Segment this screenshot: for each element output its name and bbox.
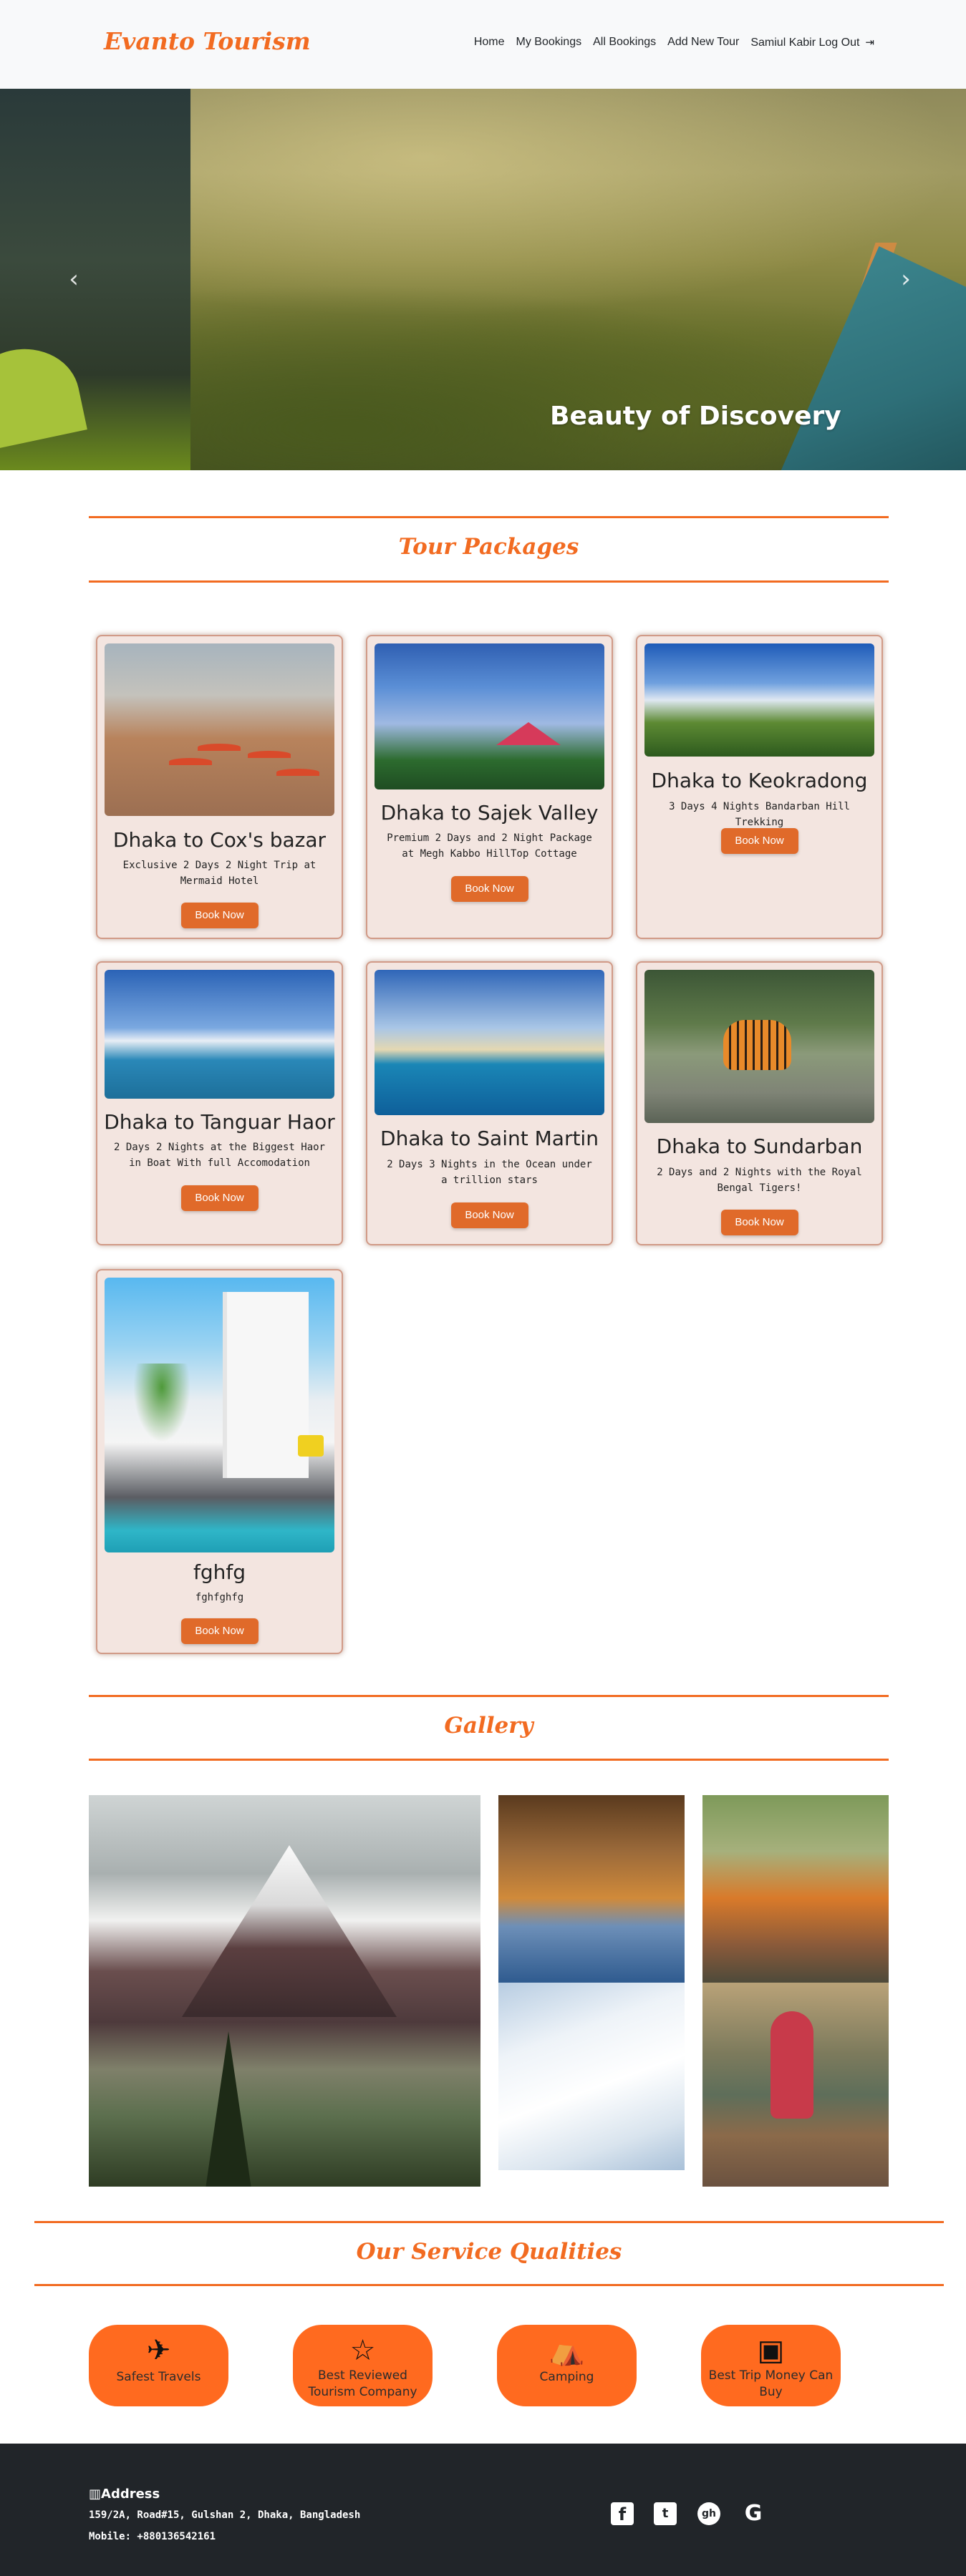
service-label: Camping	[539, 2370, 594, 2384]
tour-packages-heading: Tour Packages	[398, 534, 579, 560]
hero-carousel: Beauty of Discovery ‹ ›	[0, 89, 966, 470]
mobile-number: Mobile: +880136542161	[89, 2531, 216, 2542]
gallery-image-mountain	[89, 1795, 480, 2187]
nav-logout-label: Samiul Kabir Log Out	[750, 37, 860, 49]
building-icon: ▥	[89, 2487, 102, 2502]
book-now-button[interactable]: Book Now	[720, 828, 798, 854]
github-icon[interactable]: gh	[697, 2502, 720, 2525]
book-now-button[interactable]: Book Now	[180, 903, 259, 928]
service-item-best-trip: ▣ Best Trip Money Can Buy	[701, 2325, 841, 2406]
address-line: 159/2A, Road#15, Gulshan 2, Dhaka, Bangl…	[89, 2509, 361, 2521]
package-card: Dhaka to Saint Martin 2 Days 3 Nights in…	[366, 961, 613, 1245]
package-card: Dhaka to Sajek Valley Premium 2 Days and…	[366, 635, 613, 939]
package-card: Dhaka to Tanguar Haor 2 Days 2 Nights at…	[96, 961, 343, 1245]
book-now-button[interactable]: Book Now	[180, 1185, 259, 1211]
package-title: Dhaka to Keokradong	[651, 769, 868, 792]
book-now-button[interactable]: Book Now	[720, 1210, 798, 1235]
nav-add-new-tour-link[interactable]: Add New Tour	[662, 36, 745, 49]
package-image	[375, 643, 604, 789]
package-card: Dhaka to Keokradong 3 Days 4 Nights Band…	[636, 635, 883, 939]
book-now-button[interactable]: Book Now	[450, 876, 528, 902]
gallery-image-snow	[498, 1983, 685, 2170]
nav-logout-link[interactable]: Samiul Kabir Log Out ⇥	[745, 36, 880, 49]
package-image	[105, 1278, 334, 1552]
package-image	[644, 970, 874, 1123]
package-title: Dhaka to Saint Martin	[380, 1127, 599, 1150]
package-description: Premium 2 Days and 2 Night Package at Me…	[387, 832, 592, 860]
package-image	[644, 643, 874, 757]
nav-all-bookings-link[interactable]: All Bookings	[587, 36, 662, 49]
package-title: fghfg	[193, 1560, 246, 1584]
twitter-icon[interactable]: t	[654, 2502, 677, 2525]
package-card: Dhaka to Cox's bazar Exclusive 2 Days 2 …	[96, 635, 343, 939]
package-title: Dhaka to Cox's bazar	[112, 828, 327, 852]
package-description: 2 Days and 2 Nights with the Royal Benga…	[657, 1167, 862, 1194]
hero-prev-slide-image	[0, 89, 190, 470]
package-title: Dhaka to Sundarban	[656, 1134, 863, 1158]
gallery-image-climber	[498, 1795, 685, 1983]
service-item-safest-travels: ✈ Safest Travels	[89, 2325, 228, 2406]
package-image	[105, 970, 334, 1099]
tent-icon: ⛺	[549, 2334, 585, 2367]
brand-logo[interactable]: Evanto Tourism	[104, 27, 311, 55]
package-title: Dhaka to Tanguar Haor	[104, 1110, 335, 1134]
service-item-camping: ⛺ Camping	[497, 2325, 637, 2406]
package-image	[105, 643, 334, 816]
service-qualities-heading: Our Service Qualities	[356, 2239, 622, 2265]
sign-out-icon: ⇥	[865, 37, 874, 49]
money-icon: ▣	[757, 2334, 785, 2367]
gallery-heading-block: Gallery	[89, 1695, 889, 1761]
service-label: Best Trip Money Can Buy	[708, 2368, 834, 2399]
package-description: Exclusive 2 Days 2 Night Trip at Mermaid…	[122, 860, 317, 887]
gallery-heading: Gallery	[444, 1713, 533, 1739]
package-description: 3 Days 4 Nights Bandarban Hill Trekking	[669, 801, 850, 828]
package-card: fghfg fghfghfg Book Now	[96, 1269, 343, 1654]
service-item-best-reviewed: ☆ Best Reviewed Tourism Company	[293, 2325, 433, 2406]
address-title: ▥Address	[89, 2487, 160, 2502]
address-title-label: Address	[101, 2487, 160, 2502]
package-description: 2 Days 3 Nights in the Ocean under a tri…	[387, 1159, 592, 1186]
package-card: Dhaka to Sundarban 2 Days and 2 Nights w…	[636, 961, 883, 1245]
package-image	[375, 970, 604, 1115]
package-description: fghfghfg	[195, 1592, 244, 1603]
service-label: Safest Travels	[116, 2370, 201, 2384]
nav-my-bookings-link[interactable]: My Bookings	[511, 36, 588, 49]
book-now-button[interactable]: Book Now	[450, 1202, 528, 1228]
star-icon: ☆	[349, 2334, 376, 2367]
footer: ▥Address 159/2A, Road#15, Gulshan 2, Dha…	[0, 2444, 966, 2576]
gallery-image-monks	[702, 1795, 889, 1983]
gallery-image-hiker	[702, 1983, 889, 2187]
nav-links: Home My Bookings All Bookings Add New To…	[468, 36, 880, 49]
package-title: Dhaka to Sajek Valley	[380, 801, 599, 825]
google-icon[interactable]: G	[742, 2502, 765, 2525]
nav-home-link[interactable]: Home	[468, 36, 511, 49]
service-label: Best Reviewed Tourism Company	[308, 2368, 417, 2399]
plane-icon: ✈	[146, 2334, 171, 2367]
book-now-button[interactable]: Book Now	[180, 1618, 259, 1644]
facebook-icon[interactable]: f	[611, 2502, 634, 2525]
package-description: 2 Days 2 Nights at the Biggest Haor in B…	[113, 1142, 325, 1169]
carousel-prev-icon[interactable]: ‹	[63, 265, 84, 293]
hero-caption: Beauty of Discovery	[550, 402, 841, 431]
service-qualities-heading-block: Our Service Qualities	[34, 2221, 944, 2286]
carousel-next-icon[interactable]: ›	[895, 265, 917, 293]
navbar: Evanto Tourism Home My Bookings All Book…	[0, 0, 966, 89]
tour-packages-heading-block: Tour Packages	[89, 516, 889, 583]
